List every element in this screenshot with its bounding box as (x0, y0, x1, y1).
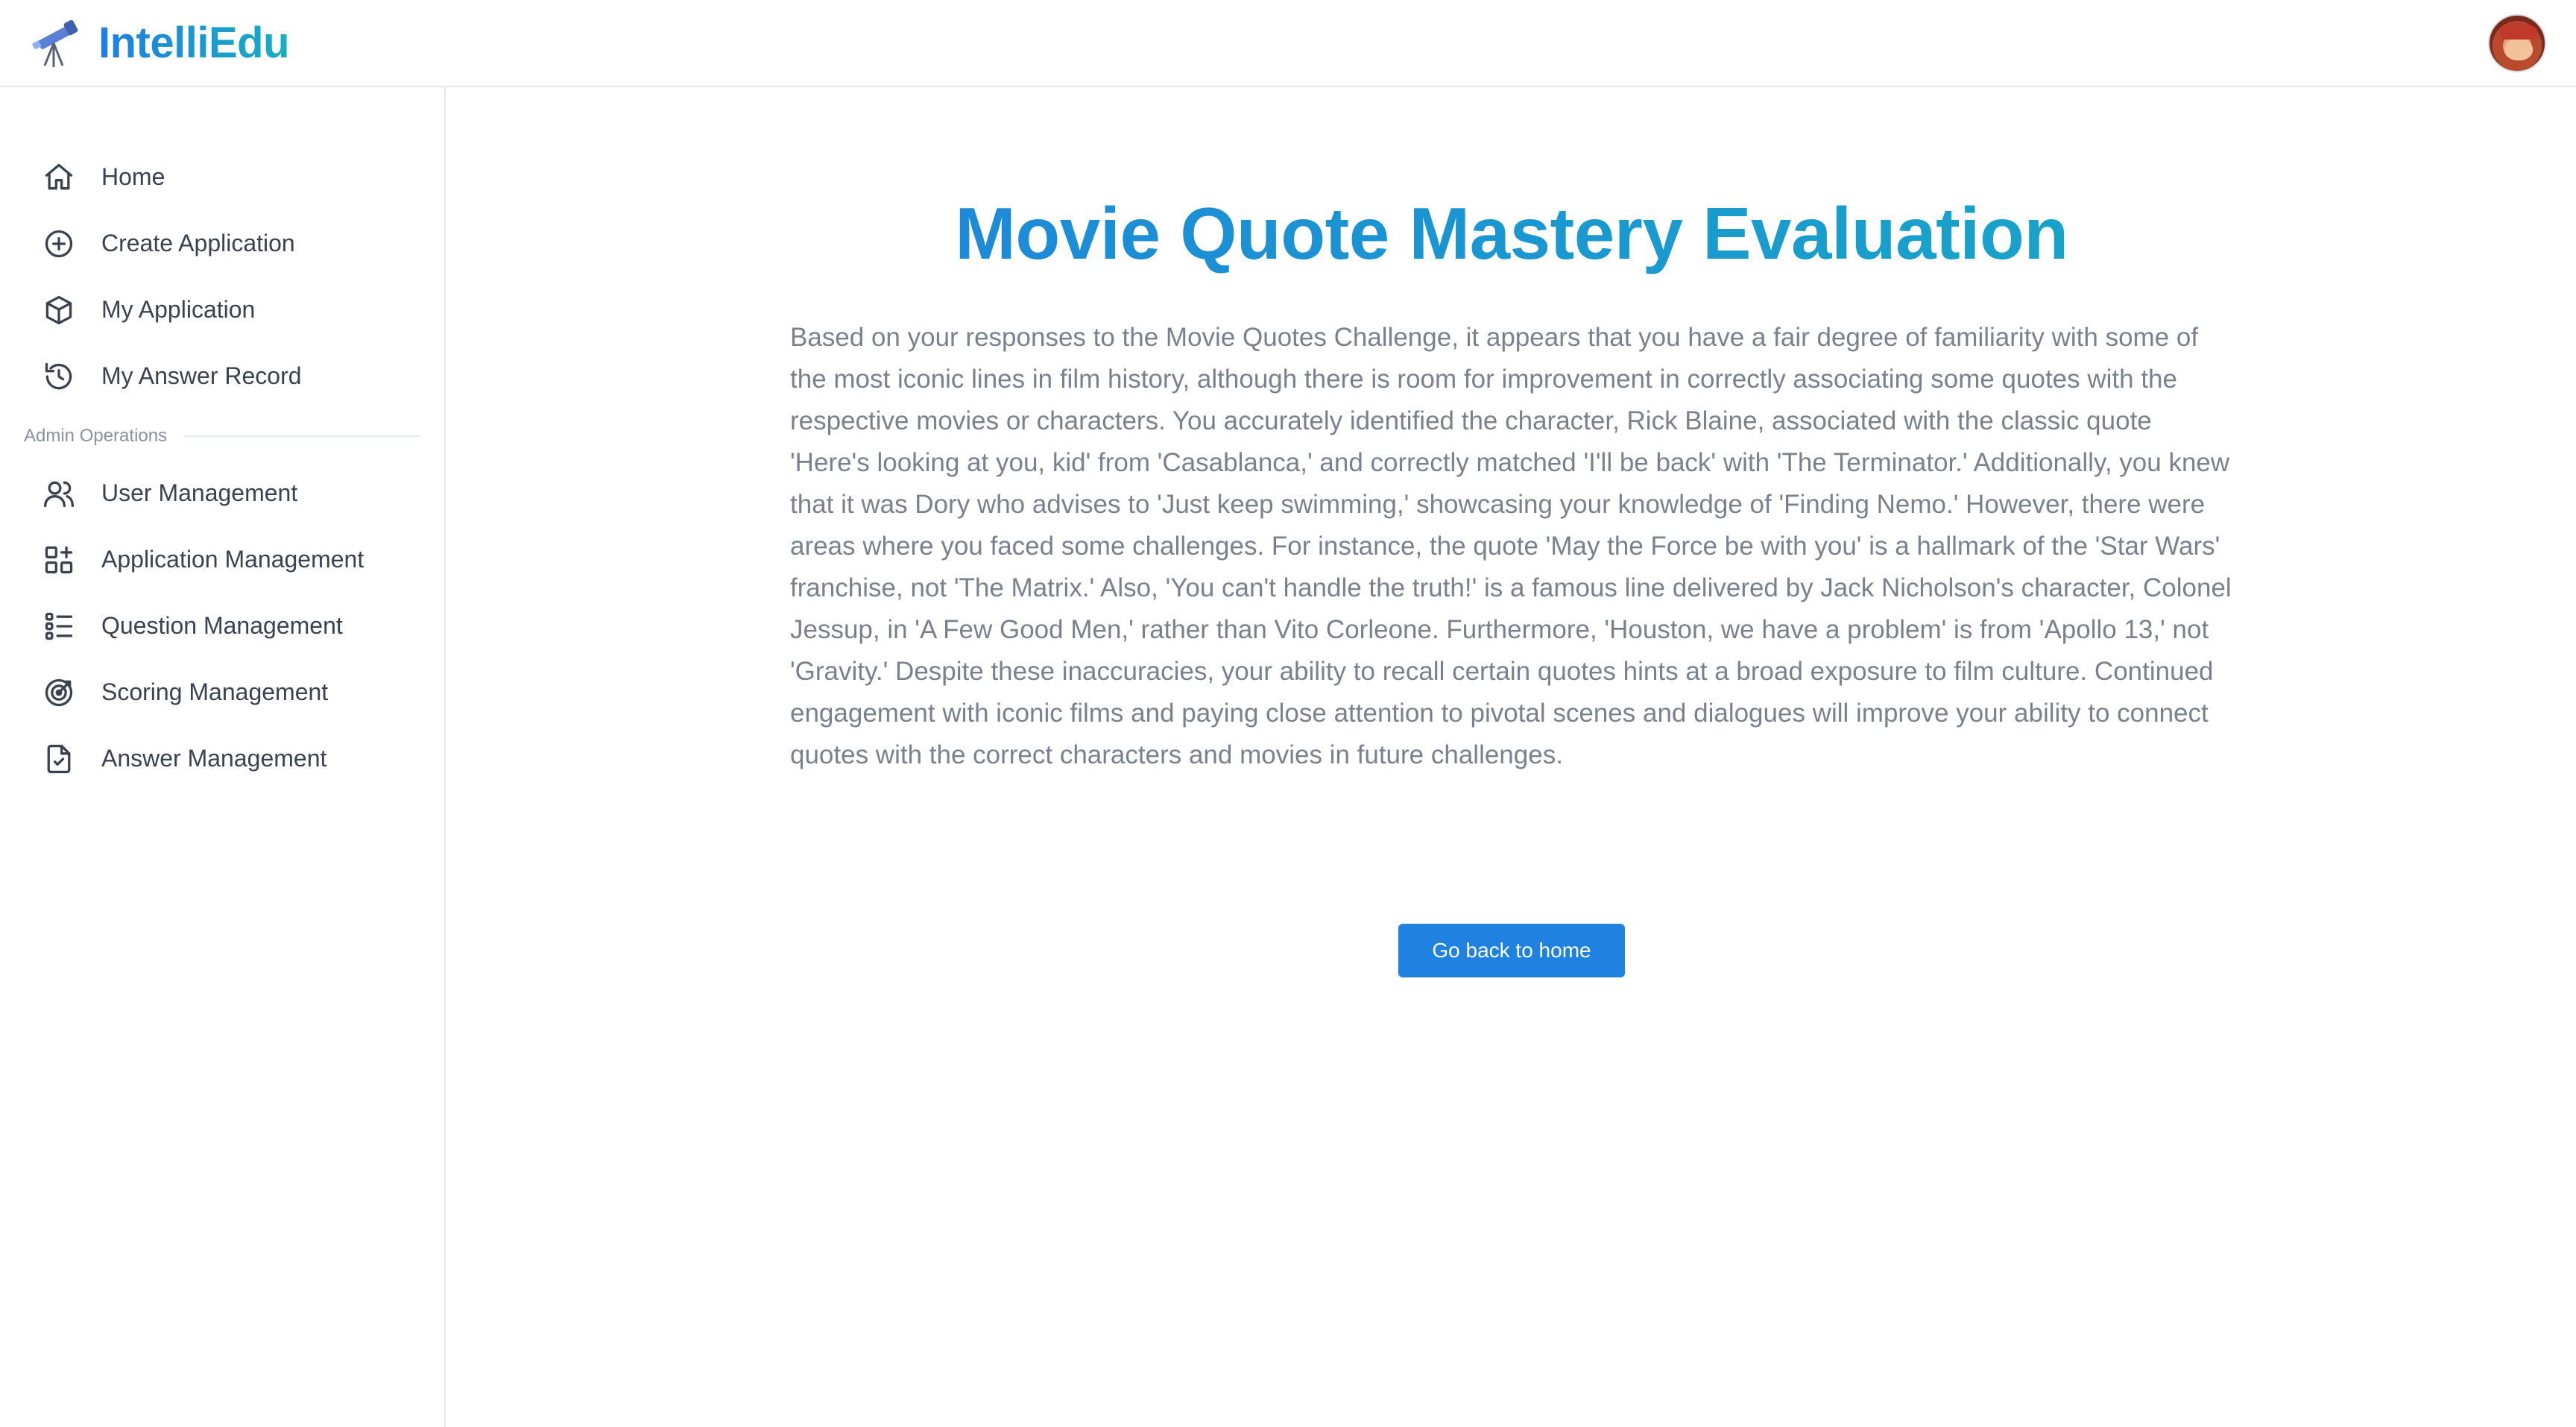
brand-name: IntelliEdu (98, 19, 290, 67)
grid-plus-icon (42, 543, 76, 577)
telescope-icon (30, 16, 83, 70)
sidebar-item-label: Question Management (101, 612, 343, 639)
sidebar-item-answer-management[interactable]: Answer Management (0, 725, 444, 792)
sidebar-item-label: Scoring Management (101, 678, 329, 705)
sidebar-item-label: My Application (101, 296, 256, 323)
admin-section-title: Admin Operations (24, 426, 168, 446)
sidebar-item-create-application[interactable]: Create Application (0, 210, 444, 277)
top-header: IntelliEdu (0, 0, 2576, 87)
sidebar-item-label: My Answer Record (101, 362, 302, 389)
sidebar-item-my-application[interactable]: My Application (0, 277, 444, 343)
page-title: Movie Quote Mastery Evaluation (447, 192, 2576, 276)
list-check-icon (42, 609, 76, 643)
users-icon (42, 476, 76, 511)
sidebar-item-label: Home (101, 163, 165, 190)
app-root: IntelliEdu Home Create Application My Ap… (0, 0, 2576, 1427)
sidebar-item-label: Application Management (101, 546, 364, 573)
sidebar-item-question-management[interactable]: Question Management (0, 593, 444, 659)
sidebar: Home Create Application My Application M… (0, 87, 446, 1427)
evaluation-description: Based on your responses to the Movie Quo… (790, 323, 2232, 769)
sidebar-item-label: Create Application (101, 230, 295, 256)
box-icon (42, 293, 76, 327)
sidebar-item-scoring-management[interactable]: Scoring Management (0, 659, 444, 725)
avatar[interactable] (2488, 13, 2546, 72)
file-check-icon (42, 742, 76, 776)
sidebar-item-label: Answer Management (101, 745, 327, 772)
target-icon (42, 675, 76, 710)
sidebar-item-application-management[interactable]: Application Management (0, 526, 444, 593)
brand[interactable]: IntelliEdu (30, 16, 290, 70)
section-divider (183, 435, 420, 437)
sidebar-item-home[interactable]: Home (0, 144, 444, 210)
home-icon (42, 160, 76, 195)
plus-circle-icon (42, 227, 76, 261)
go-back-home-button[interactable]: Go back to home (1398, 924, 1625, 977)
history-icon (42, 359, 76, 394)
admin-section-label: Admin Operations (0, 415, 444, 457)
sidebar-item-label: User Management (101, 479, 298, 506)
sidebar-item-user-management[interactable]: User Management (0, 460, 444, 526)
sidebar-item-my-answer-record[interactable]: My Answer Record (0, 343, 444, 409)
main-content: Movie Quote Mastery Evaluation Based on … (447, 87, 2576, 1427)
